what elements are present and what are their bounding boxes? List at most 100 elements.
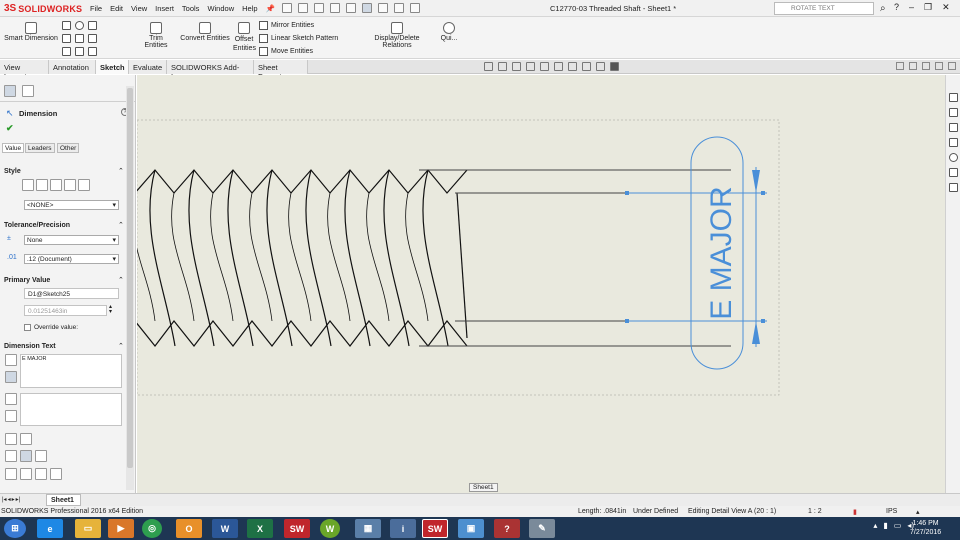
solidworks-logo[interactable]: 3S SOLIDWORKS — [4, 2, 82, 15]
options-gear-icon[interactable] — [410, 3, 420, 13]
tray-expand-icon[interactable]: ▴ — [873, 521, 877, 530]
appearances-icon[interactable] — [949, 153, 958, 162]
move-entities-button[interactable]: Move Entities — [259, 47, 313, 56]
save-style-icon[interactable] — [64, 179, 76, 191]
remote-desktop-icon[interactable]: ▣ — [458, 519, 484, 538]
network-icon[interactable]: ▮ — [883, 521, 887, 530]
menu-help[interactable]: Help — [242, 3, 257, 14]
solidworks-resources-icon[interactable] — [949, 93, 958, 102]
web-app-icon[interactable]: W — [320, 519, 340, 538]
smart-dimension-button[interactable]: Smart Dimension — [3, 22, 59, 42]
fillet-icon[interactable] — [88, 47, 97, 56]
first-sheet-icon[interactable]: |◂ — [2, 496, 7, 503]
zoom-to-area-icon[interactable] — [498, 62, 507, 71]
edit-appearance-icon[interactable] — [596, 62, 605, 71]
rebuild-icon[interactable] — [378, 3, 388, 13]
pin-icon[interactable]: 📌 — [266, 3, 275, 14]
offset-text-icon[interactable] — [5, 410, 17, 422]
update-style-icon[interactable] — [50, 179, 62, 191]
tolerance-select[interactable]: None — [24, 235, 119, 245]
insert-dimension-text-icon[interactable] — [5, 433, 17, 445]
spline-icon[interactable] — [88, 21, 97, 30]
rebuild-indicator-icon[interactable]: ▮ — [853, 508, 857, 516]
save-icon[interactable] — [314, 3, 324, 13]
last-sheet-icon[interactable]: ▸| — [16, 496, 21, 503]
justify-left-icon[interactable] — [5, 450, 17, 462]
hide-show-items-icon[interactable] — [582, 62, 591, 71]
undo-icon[interactable] — [346, 3, 356, 13]
info-app-icon[interactable]: i — [390, 519, 416, 538]
centerline-symbol-icon[interactable] — [50, 468, 62, 480]
doc-minimize-icon[interactable] — [922, 62, 930, 70]
outlook-icon[interactable]: O — [176, 519, 202, 538]
tab-sketch[interactable]: Sketch — [96, 60, 129, 74]
view-settings-icon[interactable] — [610, 62, 619, 71]
rotate-view-icon[interactable] — [540, 62, 549, 71]
tab-annotation[interactable]: Annotation — [49, 60, 96, 74]
mirror-entities-button[interactable]: Mirror Entities — [259, 21, 314, 30]
override-checkbox[interactable] — [24, 324, 31, 331]
calculator-icon[interactable]: ▦ — [355, 519, 381, 538]
start-button-icon[interactable]: ⊞ — [4, 519, 26, 538]
file-explorer-icon[interactable] — [949, 123, 958, 132]
open-icon[interactable] — [298, 3, 308, 13]
display-delete-relations-button[interactable]: Display/Delete Relations — [359, 22, 435, 49]
word-icon[interactable]: W — [212, 519, 238, 538]
pm-scrollbar[interactable] — [126, 86, 134, 490]
paint-icon[interactable]: ✎ — [529, 519, 555, 538]
justify-center-icon[interactable] — [20, 450, 32, 462]
menu-edit[interactable]: Edit — [110, 3, 123, 14]
unit-system[interactable]: IPS — [886, 508, 897, 515]
subtab-other[interactable]: Other — [57, 143, 80, 153]
select-icon[interactable] — [362, 3, 372, 13]
cascade-icon[interactable] — [909, 62, 917, 70]
tile-icon[interactable] — [896, 62, 904, 70]
primary-name-field[interactable]: D1@Sketch25 — [24, 288, 119, 299]
view-orientation-icon[interactable] — [554, 62, 563, 71]
property-manager-tab-icon[interactable] — [4, 85, 16, 97]
style-select[interactable]: <NONE> — [24, 200, 119, 210]
add-style-icon[interactable] — [36, 179, 48, 191]
subtab-leaders[interactable]: Leaders — [25, 143, 55, 153]
load-style-icon[interactable] — [78, 179, 90, 191]
menu-insert[interactable]: Insert — [155, 3, 174, 14]
primary-number-field[interactable]: 0.01251463in — [24, 305, 107, 316]
center-dimension-icon[interactable] — [5, 371, 17, 383]
apply-style-icon[interactable] — [22, 179, 34, 191]
justify-right-icon[interactable] — [35, 450, 47, 462]
menu-view[interactable]: View — [131, 3, 147, 14]
sheet-scale[interactable]: 1 : 2 — [808, 508, 822, 515]
tab-sheet-format[interactable]: Sheet Format — [254, 60, 308, 81]
pm-scroll-thumb[interactable] — [127, 88, 133, 468]
design-library-icon[interactable] — [949, 108, 958, 117]
taskbar-clock[interactable]: 1:46 PM 7/27/2016 — [910, 519, 941, 537]
collapse-dimension-text-icon[interactable]: ⌃ — [118, 342, 124, 350]
doc-restore-icon[interactable] — [935, 62, 943, 70]
custom-properties-icon[interactable] — [949, 168, 958, 177]
collapse-style-icon[interactable]: ⌃ — [118, 167, 124, 175]
sheet-tab-sheet1[interactable]: Sheet1 — [46, 494, 81, 506]
insert-tolerance-text-icon[interactable] — [20, 433, 32, 445]
line-icon[interactable] — [62, 21, 71, 30]
search-commands-input[interactable]: ROTATE TEXT — [774, 2, 874, 15]
monitor-icon[interactable]: ▭ — [894, 521, 902, 530]
solidworks-2016-icon[interactable]: SW — [284, 519, 310, 538]
tab-evaluate[interactable]: Evaluate — [129, 60, 167, 74]
prev-sheet-icon[interactable]: ◂ — [8, 496, 11, 503]
circle-icon[interactable] — [75, 21, 84, 30]
diameter-symbol-icon[interactable] — [5, 468, 17, 480]
polygon-icon[interactable] — [88, 34, 97, 43]
next-sheet-icon[interactable]: ▸ — [12, 496, 15, 503]
restore-icon[interactable]: ❐ — [924, 2, 932, 13]
close-icon[interactable]: ✕ — [942, 2, 950, 13]
add-parentheses-icon[interactable] — [5, 354, 17, 366]
view-palette-icon[interactable] — [949, 138, 958, 147]
status-arrow-icon[interactable]: ▴ — [916, 508, 920, 516]
tab-view-layout[interactable]: View Layout — [0, 60, 49, 81]
trim-entities-button[interactable]: Trim Entities — [137, 22, 175, 49]
tab-solidworks-add-ins[interactable]: SOLIDWORKS Add-Ins — [167, 60, 254, 81]
ok-check-icon[interactable]: ✔ — [6, 123, 14, 134]
forum-icon[interactable] — [949, 183, 958, 192]
chrome-icon[interactable]: ◎ — [142, 519, 162, 538]
slot-icon[interactable] — [62, 47, 71, 56]
